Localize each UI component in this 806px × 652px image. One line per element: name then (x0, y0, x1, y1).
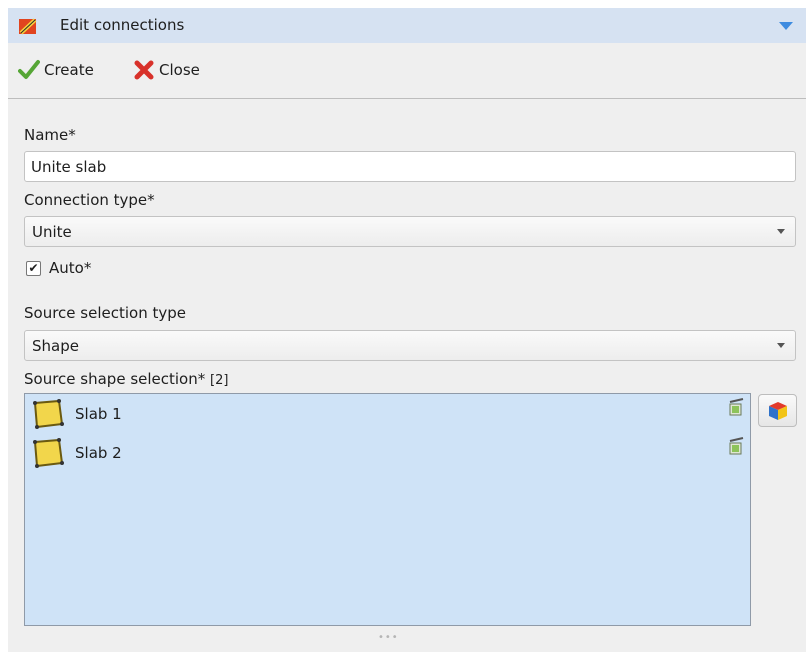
slab-icon (33, 438, 64, 468)
dropdown-arrow-icon (777, 343, 785, 348)
close-button-label: Close (159, 61, 200, 79)
connection-type-label: Connection type* (24, 191, 155, 209)
remove-from-selection-icon[interactable] (728, 437, 744, 455)
list-item-label: Slab 2 (75, 444, 122, 462)
selection-count-badge: [2] (210, 373, 229, 388)
name-label: Name* (24, 126, 76, 144)
checkmark-icon (18, 60, 40, 79)
bim-connection-icon (19, 18, 37, 35)
source-selection-type-label: Source selection type (24, 304, 186, 322)
chevron-down-icon[interactable] (778, 20, 794, 32)
connection-type-dropdown[interactable]: Unite (24, 216, 796, 247)
close-button[interactable]: Close (133, 56, 200, 84)
panel-title: Edit connections (60, 16, 185, 34)
edit-connections-panel: Edit connections Create Close Name* Conn… (8, 8, 806, 652)
source-shape-list[interactable]: Slab 1 Slab 2 (24, 393, 751, 626)
source-selection-type-value: Shape (32, 337, 79, 355)
dropdown-arrow-icon (777, 229, 785, 234)
checkbox-check-icon[interactable]: ✔ (26, 260, 41, 276)
close-icon (134, 60, 154, 80)
create-button[interactable]: Create (18, 56, 94, 84)
toolbar-separator (8, 98, 806, 99)
source-shape-selection-heading: Source shape selection* [2] (24, 370, 228, 388)
auto-label: Auto* (49, 259, 92, 277)
auto-checkbox[interactable]: ✔ Auto* (26, 259, 91, 277)
list-item[interactable]: Slab 2 (31, 436, 122, 470)
slab-icon (33, 399, 64, 429)
source-shape-selection-label: Source shape selection* (24, 370, 206, 388)
create-button-label: Create (44, 61, 94, 79)
source-selection-type-dropdown[interactable]: Shape (24, 330, 796, 361)
list-item-label: Slab 1 (75, 405, 122, 423)
connection-type-value: Unite (32, 223, 72, 241)
pick-3d-shape-icon (768, 401, 787, 420)
panel-titlebar[interactable]: Edit connections (8, 8, 806, 43)
list-item[interactable]: Slab 1 (31, 397, 122, 431)
resize-grip-icon[interactable]: ••• (378, 632, 399, 643)
pick-shape-button[interactable] (758, 394, 797, 427)
remove-from-selection-icon[interactable] (728, 398, 744, 416)
name-input[interactable] (24, 151, 796, 182)
